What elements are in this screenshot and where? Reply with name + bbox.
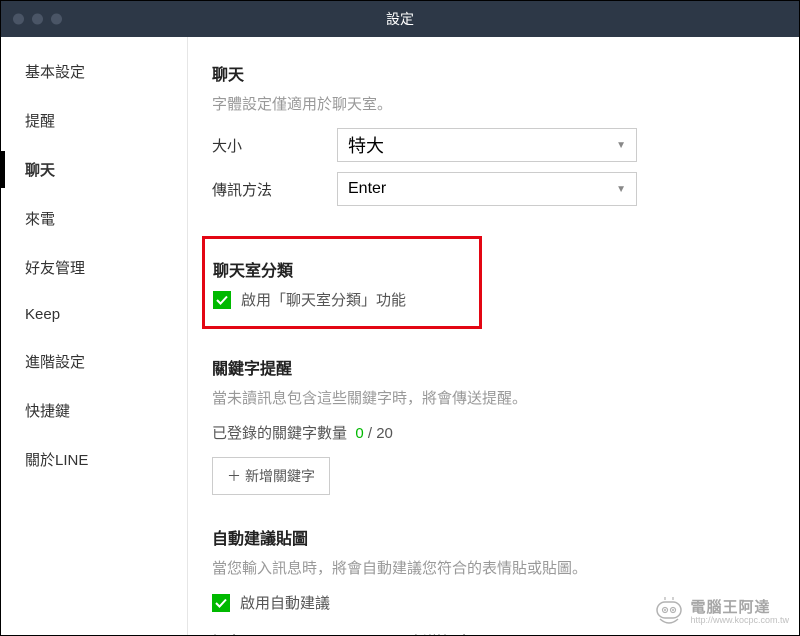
settings-main: 聊天 字體設定僅適用於聊天室。 大小 特大 ▼ 傳訊方法 Enter ▼ 聊天室… [188,37,799,635]
watermark-url: http://www.kocpc.com.tw [690,616,789,626]
add-keyword-button[interactable]: ＋ 新增關鍵字 [212,457,330,495]
chevron-down-icon: ▼ [616,184,626,195]
mascot-icon [654,597,684,629]
minimize-window-button[interactable] [32,14,43,25]
sidebar-item-calls[interactable]: 來電 [1,194,187,243]
sticker-desc: 當您輸入訊息時，將會自動建議您符合的表情貼或貼圖。 [212,557,769,578]
sidebar-item-shortcuts[interactable]: 快捷鍵 [1,386,187,435]
window-title: 設定 [386,9,414,29]
sidebar-item-chat[interactable]: 聊天 [1,145,187,194]
sidebar-item-friends[interactable]: 好友管理 [1,243,187,292]
sidebar-item-keep[interactable]: Keep [1,292,187,337]
sidebar-item-advanced[interactable]: 進階設定 [1,337,187,386]
window-titlebar: 設定 [1,1,799,37]
font-size-select[interactable]: 特大 ▼ [337,128,637,162]
enable-sticker-checkbox[interactable] [212,594,230,612]
language-label: 語言 [212,631,242,635]
sidebar-item-notifications[interactable]: 提醒 [1,96,187,145]
sticker-title: 自動建議貼圖 [212,525,769,549]
category-title: 聊天室分類 [213,257,459,281]
chat-section-title: 聊天 [212,61,769,85]
send-method-select[interactable]: Enter ▼ [337,172,637,206]
chevron-down-icon: ▼ [616,140,626,151]
plus-icon: ＋ [227,466,241,486]
chat-font-section: 聊天 字體設定僅適用於聊天室。 大小 特大 ▼ 傳訊方法 Enter ▼ [212,61,769,206]
enable-category-checkbox[interactable] [213,291,231,309]
chat-category-section: 聊天室分類 啟用「聊天室分類」功能 [202,236,482,329]
watermark: 電腦王阿達 http://www.kocpc.com.tw [654,597,789,629]
send-method-label: 傳訊方法 [212,179,337,200]
keyword-title: 關鍵字提醒 [212,355,769,379]
keyword-desc: 當未讀訊息包含這些關鍵字時，將會傳送提醒。 [212,387,769,408]
check-icon [216,294,228,306]
traffic-lights [13,14,62,25]
keyword-section: 關鍵字提醒 當未讀訊息包含這些關鍵字時，將會傳送提醒。 已登錄的關鍵字數量 0 … [212,355,769,495]
font-size-label: 大小 [212,135,337,156]
sidebar-item-basic[interactable]: 基本設定 [1,47,187,96]
check-icon [215,597,227,609]
maximize-window-button[interactable] [51,14,62,25]
chat-section-desc: 字體設定僅適用於聊天室。 [212,93,769,114]
settings-sidebar: 基本設定 提醒 聊天 來電 好友管理 Keep 進階設定 快捷鍵 關於LINE [1,37,188,635]
add-language-label: 新增語言 [412,631,472,635]
watermark-title: 電腦王阿達 [690,600,789,617]
enable-category-label: 啟用「聊天室分類」功能 [241,289,406,310]
send-method-value: Enter [348,180,386,198]
close-window-button[interactable] [13,14,24,25]
font-size-value: 特大 [348,132,384,158]
sidebar-item-about[interactable]: 關於LINE [1,435,187,484]
enable-sticker-label: 啟用自動建議 [240,592,330,613]
keyword-count: 已登錄的關鍵字數量 0 / 20 [212,422,769,443]
